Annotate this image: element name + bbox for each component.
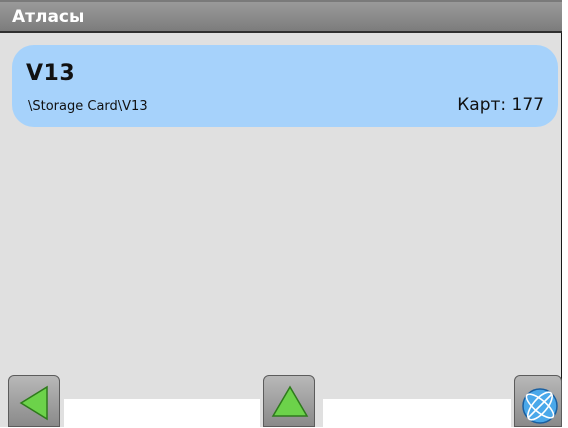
bottom-toolbar [0,375,562,427]
atlas-list-item[interactable]: V13 \Storage Card\V13 Карт: 177 [12,45,558,127]
toolbar-strip [323,399,511,427]
atlas-path: \Storage Card\V13 [28,99,148,114]
atlas-map-count: Карт: 177 [457,95,544,115]
back-button[interactable] [8,375,60,427]
left-arrow-icon [19,385,48,421]
globe-icon [522,388,558,424]
title-bar: Атласы [0,0,562,33]
toolbar-strip [64,399,260,427]
globe-button[interactable] [514,375,562,427]
app-window: Атласы V13 \Storage Card\V13 Карт: 177 [0,0,562,427]
atlas-name: V13 [26,61,76,86]
window-title: Атласы [12,7,85,27]
up-arrow-icon [271,385,309,417]
up-button[interactable] [263,375,315,427]
